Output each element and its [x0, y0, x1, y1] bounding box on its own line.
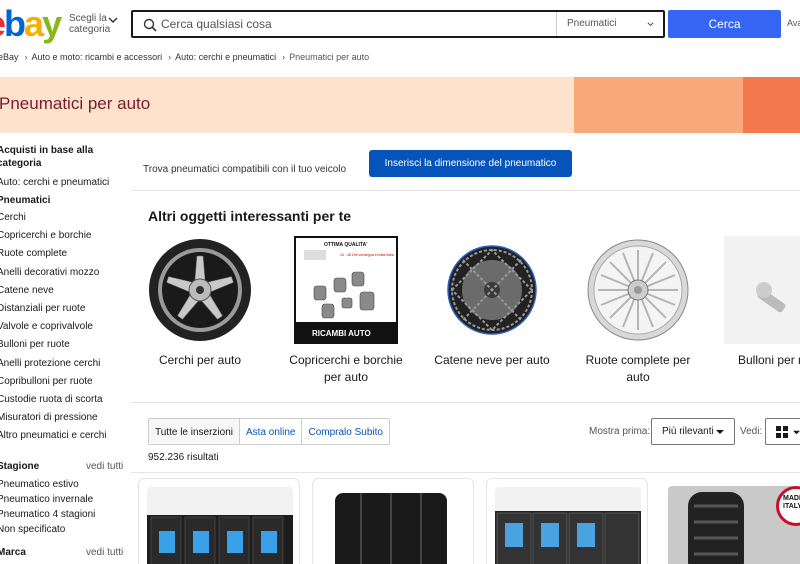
product-image [147, 487, 293, 564]
sidebar-item-current: Pneumatici [0, 195, 51, 206]
card-label: Copricerchi e borchie per auto [289, 353, 403, 384]
snow-chain-icon [439, 236, 545, 344]
view-label: Vedi: [740, 426, 763, 437]
search-category-value: Pneumatici [567, 18, 617, 29]
tab-buy-it-now[interactable]: Compralo Subito [302, 419, 388, 444]
filter-option[interactable]: Pneumatico invernale [0, 494, 93, 505]
sidebar-item[interactable]: Ruote complete [0, 248, 67, 259]
search-button[interactable]: Cerca [668, 10, 781, 38]
grid-icon [776, 426, 788, 438]
filter-option[interactable]: Pneumatico estivo [0, 479, 79, 490]
product-image [495, 487, 641, 564]
banner-decoration [574, 77, 743, 133]
card-label: Catene neve per auto [434, 353, 550, 367]
sidebar-heading: Acquisti in base alla categoria [0, 145, 94, 169]
sidebar-item[interactable]: Altro pneumatici e cerchi [0, 430, 107, 441]
search-icon [143, 18, 157, 32]
divider [131, 190, 800, 191]
sidebar-item[interactable]: Cerchi [0, 212, 26, 223]
category-selector[interactable]: Scegli la categoria [69, 13, 110, 35]
product-card[interactable] [312, 478, 474, 564]
divider [131, 402, 800, 403]
caret-down-icon [716, 430, 724, 434]
sort-value: Più rilevanti [662, 426, 714, 437]
search-category-select[interactable]: Pneumatici [556, 12, 664, 36]
chevron-down-icon[interactable] [108, 15, 118, 25]
category-card[interactable]: Catene neve per auto [432, 236, 552, 369]
image-text: RICAMBI AUTO [312, 329, 371, 338]
tab-all-listings[interactable]: Tutte le inserzioni [149, 419, 240, 444]
filter-heading-stagione: Stagione [0, 461, 40, 472]
search-box: Pneumatici [131, 10, 665, 38]
sidebar-item[interactable]: Copribulloni per ruote [0, 376, 93, 387]
product-card[interactable] [138, 478, 300, 564]
search-input[interactable] [161, 14, 551, 34]
section-title: Altri oggetti interessanti per te [148, 208, 352, 224]
breadcrumb-item[interactable]: Auto e moto: ricambi e accessori [32, 52, 163, 62]
filter-option[interactable]: Non specificato [0, 524, 65, 535]
card-label: Cerchi per auto [158, 353, 242, 367]
sidebar-item[interactable]: Copricerchi e borchie [0, 230, 92, 241]
page-title: Pneumatici per auto [0, 94, 151, 113]
results-count: 952.236 risultati [148, 452, 219, 463]
sidebar-item[interactable]: Distanziali per ruote [0, 303, 85, 314]
alloy-wheel-icon [147, 236, 253, 344]
sidebar-item[interactable]: Catene neve [0, 285, 54, 296]
chevron-down-icon [647, 22, 654, 27]
category-banner: Pneumatici per auto [0, 77, 800, 133]
tab-auction[interactable]: Asta online [240, 419, 303, 444]
sidebar-item[interactable]: Anelli protezione cerchi [0, 358, 100, 369]
breadcrumb-current: Pneumatici per auto [289, 52, 370, 62]
image-text: 24 - 48 Ore consegna in tutta Italia [340, 253, 394, 257]
breadcrumb-separator: › [168, 52, 172, 62]
sort-dropdown[interactable]: Più rilevanti [651, 418, 735, 445]
product-card[interactable] [486, 478, 648, 564]
image-text: OTTIMA QUALITA' [324, 242, 367, 248]
bolt-icon [724, 236, 800, 344]
card-label: Bulloni per ruote da auto [738, 353, 800, 367]
spoke-wheel-icon [585, 236, 691, 344]
breadcrumb-item[interactable]: eBay [0, 52, 19, 62]
banner-decoration [743, 77, 800, 133]
wheel-locks-icon: OTTIMA QUALITA' 24 - 48 Ore consegna in … [294, 236, 398, 344]
caret-down-icon [793, 430, 800, 435]
sidebar-item-parent[interactable]: Auto: cerchi e pneumatici [0, 177, 109, 188]
see-all-link[interactable]: vedi tutti [86, 547, 123, 558]
breadcrumb-separator: › [282, 52, 286, 62]
sidebar-item[interactable]: Anelli decorativi mozzo [0, 267, 99, 278]
product-card[interactable]: MADE IN ITALY [660, 478, 800, 564]
category-card[interactable]: Bulloni per ruote da auto [724, 236, 800, 369]
divider [131, 472, 800, 473]
sidebar-item[interactable]: Bulloni per ruote [0, 339, 70, 350]
category-card[interactable]: OTTIMA QUALITA' 24 - 48 Ore consegna in … [286, 236, 406, 386]
header: ebay Scegli la categoria Pneumatici Cerc… [0, 0, 800, 48]
advanced-search-link[interactable]: Avanzata [787, 18, 800, 28]
sidebar-item[interactable]: Valvole e coprivalvole [0, 321, 93, 332]
breadcrumb-item[interactable]: Auto: cerchi e pneumatici [175, 52, 276, 62]
breadcrumb: eBay › Auto e moto: ricambi e accessori › Au… [0, 52, 371, 62]
ebay-logo[interactable]: ebay [0, 6, 62, 42]
filter-option[interactable]: Pneumatico 4 stagioni [0, 509, 95, 520]
view-toggle[interactable] [765, 418, 800, 445]
sort-label: Mostra prima: [589, 426, 651, 437]
sidebar-item[interactable]: Custodie ruota di scorta [0, 394, 103, 405]
filter-heading-marca: Marca [0, 547, 26, 558]
sidebar-item[interactable]: Misuratori di pressione [0, 412, 98, 423]
category-card[interactable]: Ruote complete per auto [578, 236, 698, 386]
card-label: Ruote complete per auto [585, 353, 691, 384]
compatibility-text: Trova pneumatici compatibili con il tuo … [143, 164, 347, 175]
see-all-link[interactable]: vedi tutti [86, 461, 123, 472]
product-image [321, 487, 467, 564]
listing-type-tabs: Tutte le inserzioni Asta online Compralo… [148, 418, 390, 445]
category-card[interactable]: Cerchi per auto [140, 236, 260, 369]
tire-size-button[interactable]: Inserisci la dimensione del pneumatico [369, 150, 572, 177]
breadcrumb-separator: › [24, 52, 28, 62]
